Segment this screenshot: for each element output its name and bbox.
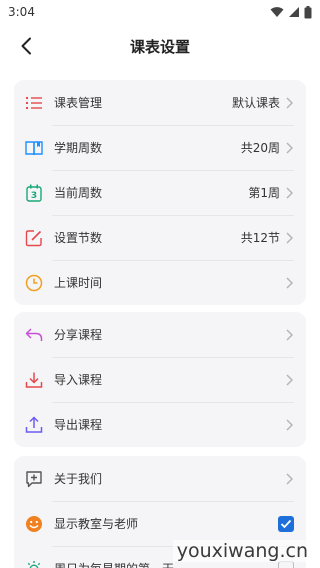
- chevron-right-icon: [284, 231, 294, 245]
- book-icon: [24, 138, 44, 158]
- row-current-week[interactable]: 3 当前周数 第1周: [14, 170, 306, 215]
- svg-text:3: 3: [31, 191, 37, 201]
- row-label: 课表管理: [54, 96, 103, 110]
- list-icon: [24, 93, 44, 113]
- row-semester-weeks[interactable]: 学期周数 共20周: [14, 125, 306, 170]
- row-class-time[interactable]: 上课时间: [14, 260, 306, 305]
- show-room-teacher-checkbox[interactable]: [278, 515, 294, 532]
- wifi-icon: [270, 7, 284, 17]
- schedule-settings-card: 课表管理 默认课表 学期周数 共20周 3 当前周数 第1周 设置节数 共12节…: [14, 80, 306, 305]
- row-label: 设置节数: [54, 231, 103, 245]
- chevron-right-icon: [284, 186, 294, 200]
- clock-icon: [24, 273, 44, 293]
- row-label: 学期周数: [54, 141, 103, 155]
- chevron-right-icon: [284, 418, 294, 432]
- status-icons: [270, 5, 312, 19]
- row-import-courses[interactable]: 导入课程: [14, 357, 306, 402]
- row-schedule-management[interactable]: 课表管理 默认课表: [14, 80, 306, 125]
- row-label: 分享课程: [54, 328, 103, 342]
- page-title: 课表设置: [129, 37, 190, 56]
- chevron-right-icon: [284, 96, 294, 110]
- chevron-right-icon: [284, 373, 294, 387]
- signal-icon: [289, 7, 299, 17]
- app-header: 课表设置: [0, 28, 320, 64]
- row-label: 显示教室与老师: [54, 517, 139, 531]
- chevron-right-icon: [284, 328, 294, 342]
- chevron-right-icon: [284, 141, 294, 155]
- status-bar: 3:04: [0, 0, 320, 24]
- row-set-periods[interactable]: 设置节数 共12节: [14, 215, 306, 260]
- calendar-icon: 3: [24, 183, 44, 203]
- export-icon: [24, 415, 44, 435]
- share-icon: [24, 325, 44, 345]
- about-icon: [24, 469, 44, 489]
- status-time: 3:04: [8, 5, 35, 19]
- sun-icon: [24, 559, 44, 568]
- row-label: 当前周数: [54, 186, 103, 200]
- chevron-right-icon: [284, 472, 294, 486]
- row-label: 导入课程: [54, 373, 103, 387]
- battery-icon: [304, 5, 312, 18]
- row-value: 共20周: [240, 141, 280, 155]
- back-button[interactable]: [14, 34, 38, 58]
- row-label: 导出课程: [54, 418, 103, 432]
- row-value: 共12节: [240, 231, 280, 245]
- course-transfer-card: 分享课程 导入课程 导出课程: [14, 312, 306, 447]
- edit-icon: [24, 228, 44, 248]
- import-icon: [24, 370, 44, 390]
- chevron-right-icon: [284, 276, 294, 290]
- watermark: youxiwang.cn: [172, 540, 312, 562]
- smile-icon: [24, 514, 44, 534]
- check-icon: [280, 519, 292, 528]
- row-label: 关于我们: [54, 472, 103, 486]
- back-arrow-icon: [21, 37, 31, 55]
- row-value: 默认课表: [231, 96, 280, 110]
- row-value: 第1周: [248, 186, 280, 200]
- row-export-courses[interactable]: 导出课程: [14, 402, 306, 447]
- row-share-courses[interactable]: 分享课程: [14, 312, 306, 357]
- row-label: 上课时间: [54, 276, 103, 290]
- row-about-us[interactable]: 关于我们: [14, 456, 306, 501]
